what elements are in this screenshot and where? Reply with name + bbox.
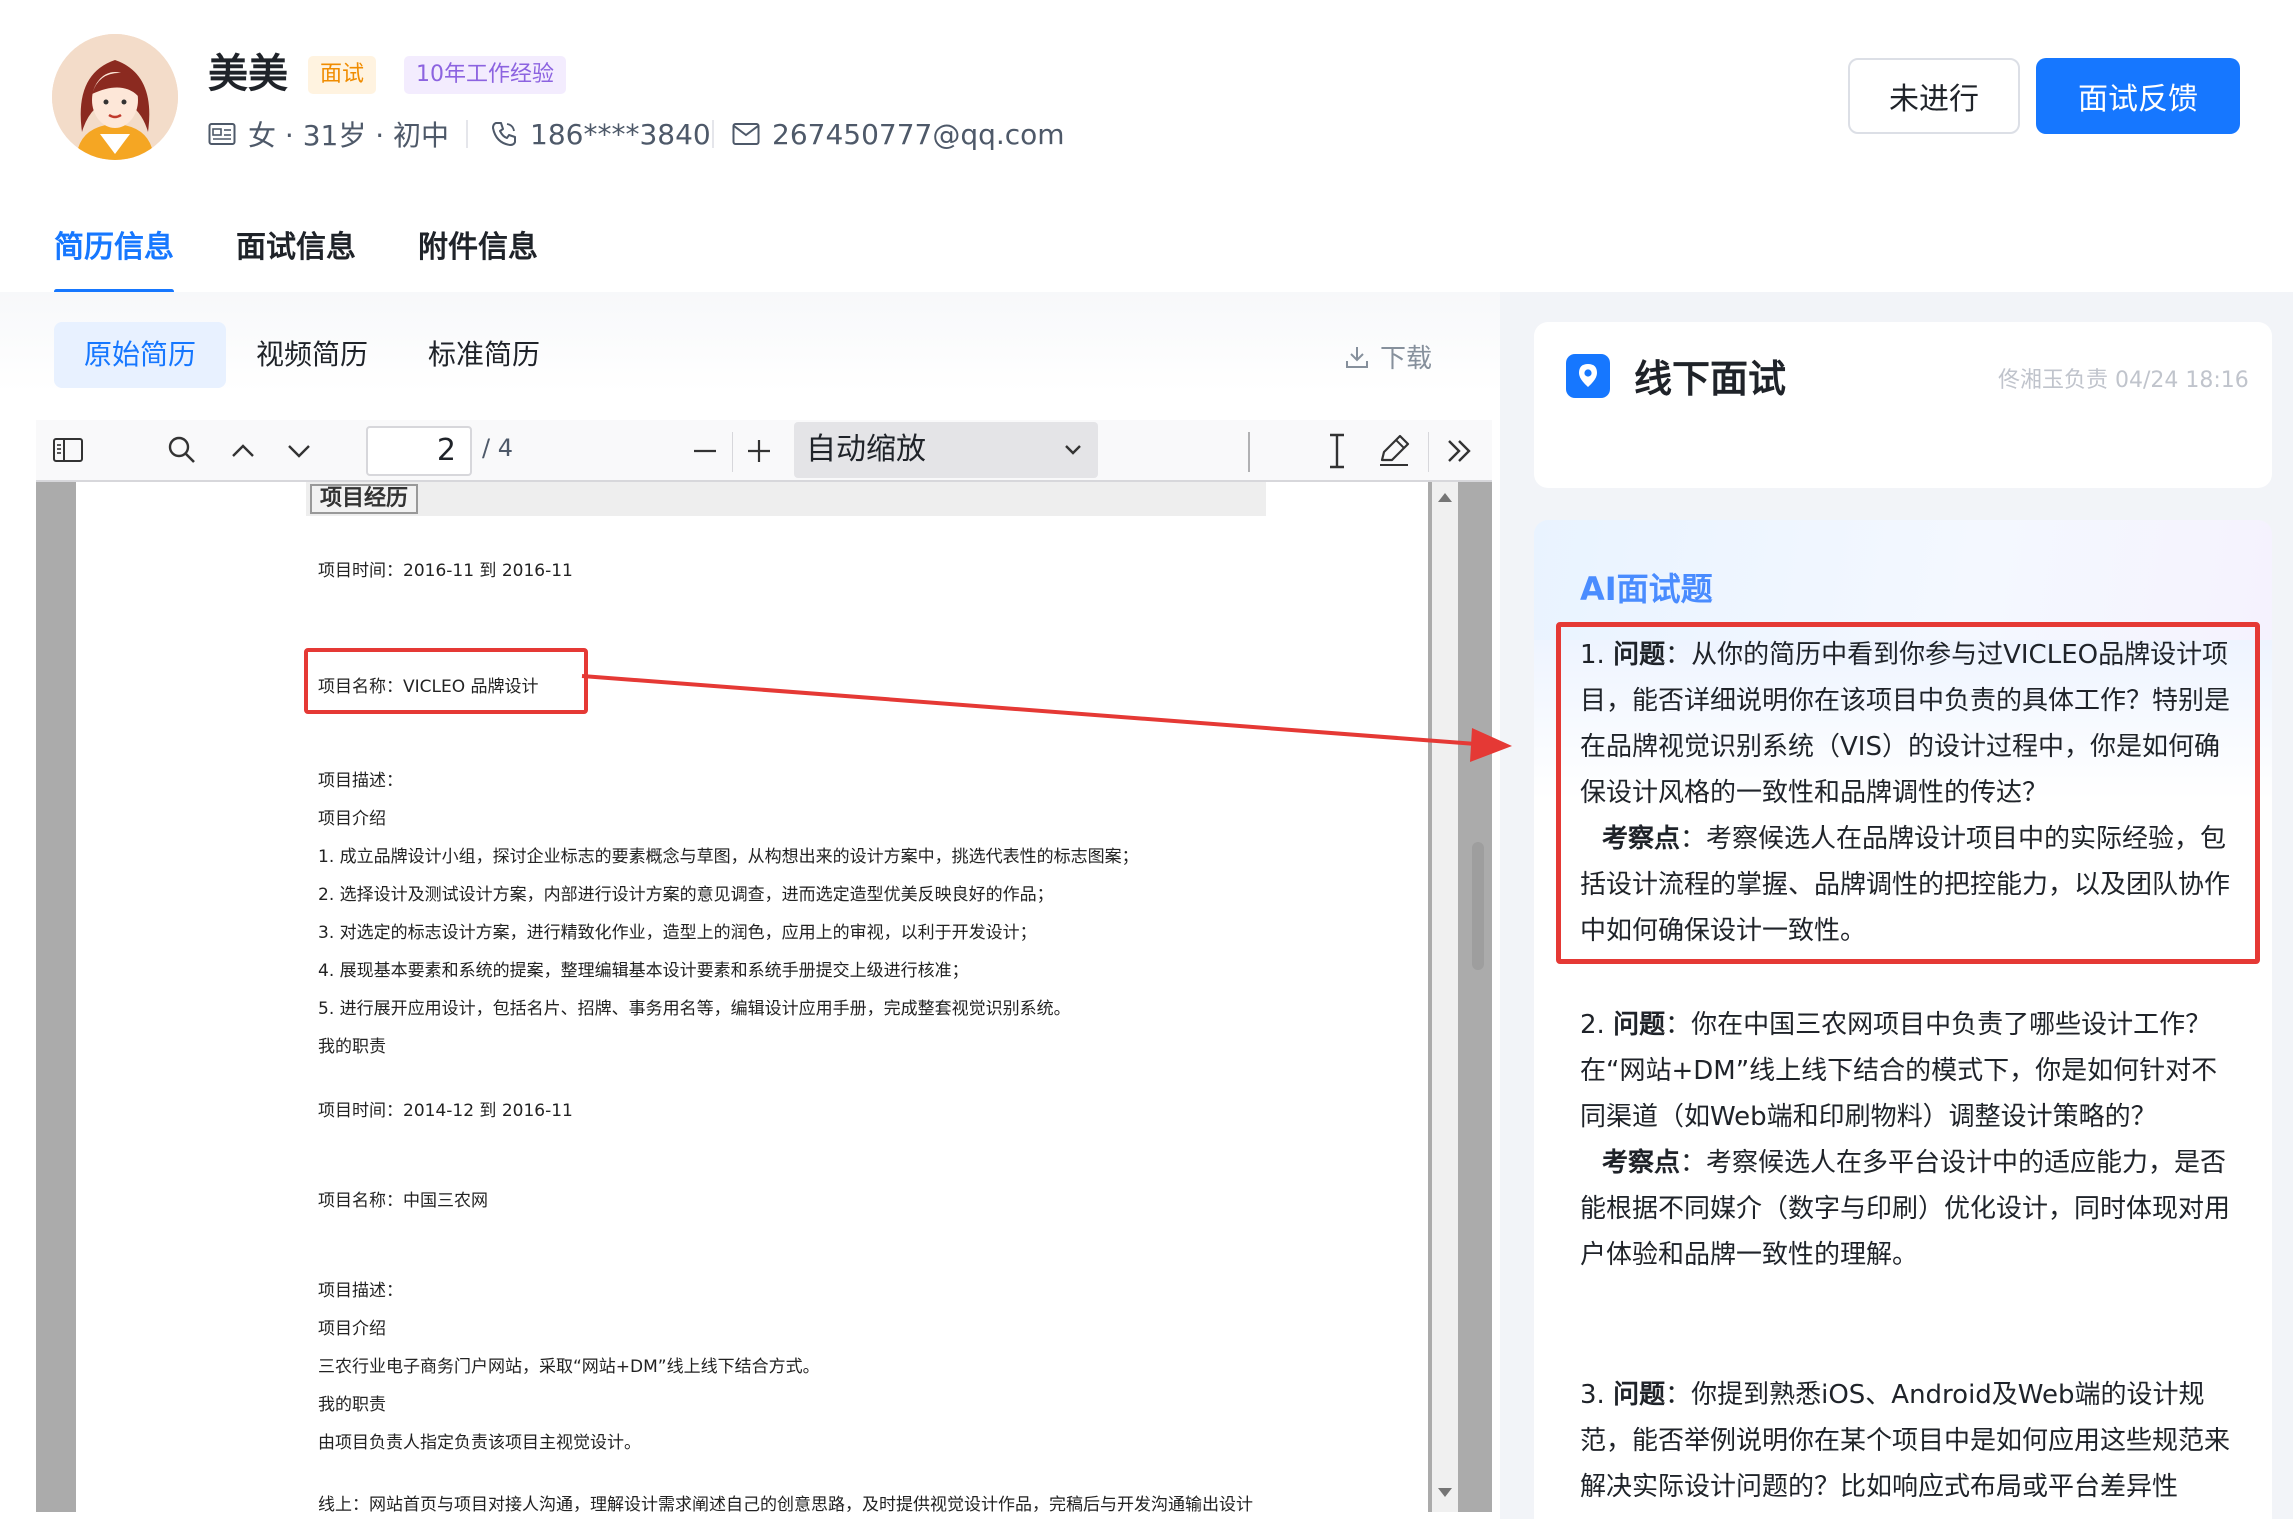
scroll-down-icon[interactable] bbox=[1436, 1486, 1454, 1500]
interview-feedback-button[interactable]: 面试反馈 bbox=[2036, 58, 2240, 134]
candidate-phone: 186****3840 bbox=[490, 112, 711, 156]
zoom-in-icon[interactable] bbox=[744, 436, 774, 466]
doc-highlight-box bbox=[304, 648, 588, 714]
doc-line: 我的职责 bbox=[318, 1037, 386, 1057]
doc-line: 项目描述： bbox=[318, 771, 403, 791]
interview-owner-meta: 佟湘玉负责 04/24 18:16 bbox=[1998, 368, 2249, 393]
doc-line: 三农行业电子商务门户网站，采取“网站+DM”线上线下结合方式。 bbox=[318, 1357, 820, 1377]
pdf-scrollbar-thumb[interactable] bbox=[1472, 842, 1484, 970]
mail-icon bbox=[732, 123, 760, 145]
question-highlight-box bbox=[1556, 622, 2260, 964]
toolbar-divider bbox=[732, 432, 733, 472]
candidate-email-text: 267450777@qq.com bbox=[772, 117, 1065, 151]
tab-standard-resume[interactable]: 标准简历 bbox=[398, 322, 570, 388]
text-select-icon[interactable] bbox=[1324, 432, 1350, 470]
main-tabs: 简历信息 面试信息 附件信息 bbox=[54, 220, 600, 294]
tab-attachment-info[interactable]: 附件信息 bbox=[418, 220, 538, 286]
tab-video-resume[interactable]: 视频简历 bbox=[226, 322, 398, 388]
previous-page-icon[interactable] bbox=[228, 436, 258, 466]
scroll-up-icon[interactable] bbox=[1436, 490, 1454, 504]
toolbar-divider bbox=[1248, 432, 1250, 472]
ai-questions-title: AI面试题 bbox=[1580, 570, 1713, 608]
doc-line: 线上：网站首页与项目对接人沟通，理解设计需求阐述自己的创意思路，及时提供视觉设计… bbox=[318, 1495, 1253, 1512]
draw-pen-icon[interactable] bbox=[1376, 432, 1412, 468]
id-card-icon bbox=[208, 123, 236, 145]
location-pin-icon bbox=[1566, 354, 1610, 398]
stage-tag: 面试 bbox=[308, 56, 377, 94]
doc-line: 项目时间：2014-12 到 2016-11 bbox=[318, 1101, 573, 1121]
doc-line: 项目描述： bbox=[318, 1281, 403, 1301]
sidebar-toggle-icon[interactable] bbox=[52, 436, 84, 464]
zoom-select[interactable]: 自动缩放 bbox=[794, 422, 1098, 478]
phone-icon bbox=[492, 122, 516, 146]
doc-heading-text: 项目经历 bbox=[310, 484, 419, 514]
doc-line: 项目介绍 bbox=[318, 1319, 386, 1339]
meta-divider bbox=[466, 120, 468, 148]
tab-interview-info[interactable]: 面试信息 bbox=[236, 220, 356, 286]
zoom-select-value: 自动缩放 bbox=[806, 432, 926, 467]
doc-section-heading: 项目经历 bbox=[306, 482, 1266, 516]
candidate-name: 美美 bbox=[208, 51, 288, 97]
candidate-profile-text: 女 · 31岁 · 初中 bbox=[248, 119, 450, 152]
doc-line: 由项目负责人指定负责该项目主视觉设计。 bbox=[318, 1433, 641, 1453]
download-button[interactable]: 下载 bbox=[1344, 338, 1432, 375]
candidate-email: 267450777@qq.com bbox=[732, 112, 1065, 156]
toolbar-divider bbox=[1428, 432, 1429, 472]
doc-line: 项目名称：中国三农网 bbox=[318, 1191, 488, 1211]
doc-line: 5. 进行展开应用设计，包括名片、招牌、事务用名等，编辑设计应用手册，完成整套视… bbox=[318, 999, 1071, 1019]
meta-divider bbox=[712, 120, 714, 148]
doc-line: 1. 成立品牌设计小组，探讨企业标志的要素概念与草图，从构想出来的设计方案中，挑… bbox=[318, 847, 1139, 867]
question-text: 3. 问题：你提到熟悉iOS、Android及Web端的设计规范，能否举例说明你… bbox=[1580, 1380, 2231, 1502]
resume-type-tabs: 原始简历 视频简历 标准简历 bbox=[54, 322, 570, 388]
doc-line: 项目介绍 bbox=[318, 809, 386, 829]
question-text: 2. 问题：你在中国三农网项目中负责了哪些设计工作？在“网站+DM”线上线下结合… bbox=[1580, 1010, 2218, 1132]
interview-status-button[interactable]: 未进行 bbox=[1848, 58, 2020, 134]
more-tools-icon[interactable] bbox=[1444, 436, 1474, 466]
doc-line: 2. 选择设计及测试设计方案，内部进行设计方案的意见调查，进而选定造型优美反映良… bbox=[318, 885, 1054, 905]
zoom-out-icon[interactable] bbox=[690, 436, 720, 466]
tab-original-resume[interactable]: 原始简历 bbox=[54, 322, 227, 388]
pdf-scrollbar[interactable] bbox=[1432, 482, 1458, 1512]
avatar-illustration-icon bbox=[52, 34, 178, 160]
doc-line: 我的职责 bbox=[318, 1395, 386, 1415]
experience-tag: 10年工作经验 bbox=[404, 56, 566, 94]
chevron-down-icon bbox=[1065, 445, 1081, 455]
doc-line: 4. 展现基本要素和系统的提案，整理编辑基本设计要素和系统手册提交上级进行核准； bbox=[318, 961, 969, 981]
doc-line: 3. 对选定的标志设计方案，进行精致化作业，造型上的润色，应用上的审视，以利于开… bbox=[318, 923, 1037, 943]
next-page-icon[interactable] bbox=[284, 436, 314, 466]
tab-resume-info[interactable]: 简历信息 bbox=[54, 220, 174, 294]
pdf-toolbar: 2 / 4 自动缩放 bbox=[36, 420, 1492, 482]
pdf-viewport[interactable]: 项目经历 项目时间：2016-11 到 2016-11 项目名称：VICLEO … bbox=[36, 482, 1492, 1512]
download-icon bbox=[1346, 346, 1368, 368]
pdf-page: 项目经历 项目时间：2016-11 到 2016-11 项目名称：VICLEO … bbox=[76, 482, 1428, 1512]
search-icon[interactable] bbox=[166, 434, 198, 466]
ai-question-item: 2. 问题：你在中国三农网项目中负责了哪些设计工作？在“网站+DM”线上线下结合… bbox=[1580, 1002, 2230, 1278]
download-label: 下载 bbox=[1380, 344, 1433, 374]
candidate-phone-text: 186****3840 bbox=[530, 117, 711, 151]
ai-question-item: 3. 问题：你提到熟悉iOS、Android及Web端的设计规范，能否举例说明你… bbox=[1580, 1372, 2230, 1510]
question-note: 考察点：考察候选人在多平台设计中的适应能力，是否能根据不同媒介（数字与印刷）优化… bbox=[1580, 1148, 2231, 1270]
candidate-avatar bbox=[52, 34, 178, 160]
candidate-profile: 女 · 31岁 · 初中 bbox=[208, 112, 449, 156]
page-total: / 4 bbox=[482, 434, 513, 462]
doc-line: 项目时间：2016-11 到 2016-11 bbox=[318, 561, 573, 581]
page-number-input[interactable]: 2 bbox=[366, 426, 472, 476]
interview-type-title: 线下面试 bbox=[1634, 357, 1787, 401]
